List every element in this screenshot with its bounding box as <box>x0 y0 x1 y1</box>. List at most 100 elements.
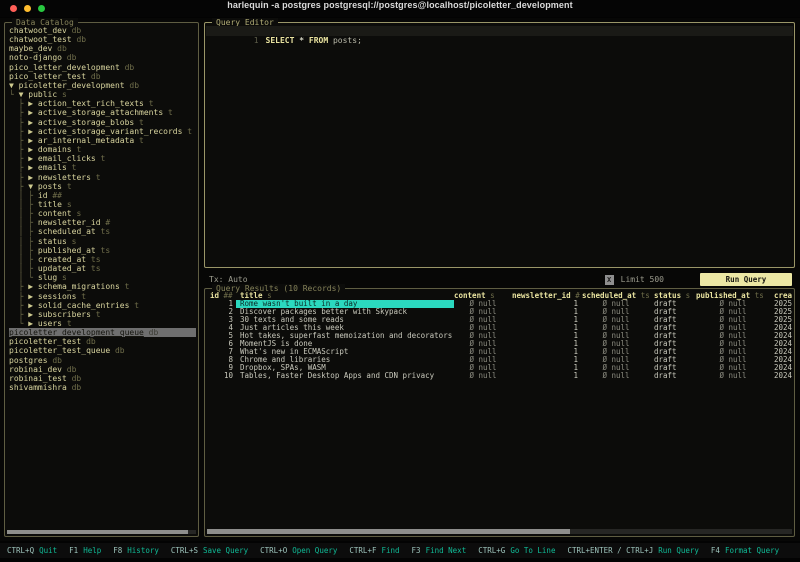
table-cell-id[interactable]: 5 <box>206 332 236 340</box>
table-cell-created[interactable]: 2024 <box>770 364 792 372</box>
catalog-tree-item[interactable]: │ ├ id ## <box>9 191 196 200</box>
table-cell-title[interactable]: 30 texts and some reads <box>236 316 454 324</box>
catalog-tree-item[interactable]: ├ ▶ subscribers t <box>9 310 196 319</box>
limit-label[interactable]: Limit 500 <box>621 275 664 284</box>
table-cell-newsletter_id[interactable]: 1 <box>512 324 582 332</box>
table-cell-newsletter_id[interactable]: 1 <box>512 364 582 372</box>
catalog-tree-item[interactable]: ├ ▶ newsletters t <box>9 173 196 182</box>
keybinding-open-query[interactable]: CTRL+OOpen Query <box>260 546 349 555</box>
keybinding-go-to-line[interactable]: CTRL+GGo To Line <box>478 546 567 555</box>
catalog-tree-item[interactable]: maybe_dev db <box>9 44 196 53</box>
table-cell-published_at[interactable]: Ø null <box>696 300 770 308</box>
table-cell-content[interactable]: Ø null <box>454 332 512 340</box>
catalog-tree-item[interactable]: ├ ▼ posts t <box>9 182 196 191</box>
table-cell-title[interactable]: Just articles this week <box>236 324 454 332</box>
catalog-tree-item[interactable]: ├ ▶ sessions t <box>9 292 196 301</box>
catalog-tree-item[interactable]: picoletter_development_queue db <box>9 328 196 337</box>
table-cell-title[interactable]: Hot takes, superfast memoization and dec… <box>236 332 454 340</box>
limit-checkbox[interactable]: X <box>605 275 614 285</box>
table-cell-created[interactable]: 2024 <box>770 332 792 340</box>
catalog-tree-item[interactable]: chatwoot_test db <box>9 35 196 44</box>
keybinding-history[interactable]: F8History <box>113 546 171 555</box>
keybinding-help[interactable]: F1Help <box>69 546 113 555</box>
table-cell-created[interactable]: 2025 <box>770 300 792 308</box>
table-cell-title[interactable]: What's new in ECMAScript <box>236 348 454 356</box>
table-cell-status[interactable]: draft <box>650 300 696 308</box>
table-cell-id[interactable]: 10 <box>206 372 236 380</box>
table-cell-newsletter_id[interactable]: 1 <box>512 308 582 316</box>
table-cell-scheduled_at[interactable]: Ø null <box>582 348 650 356</box>
keybinding-find[interactable]: CTRL+FFind <box>349 546 411 555</box>
table-cell-status[interactable]: draft <box>650 364 696 372</box>
zoom-button[interactable] <box>38 5 45 12</box>
catalog-tree-item[interactable]: noto-django db <box>9 53 196 62</box>
table-cell-title[interactable]: Dropbox, SPAs, WASM <box>236 364 454 372</box>
table-cell-newsletter_id[interactable]: 1 <box>512 316 582 324</box>
catalog-tree-item[interactable]: robinai_test db <box>9 374 196 383</box>
catalog-tree-item[interactable]: │ ├ status s <box>9 237 196 246</box>
table-cell-created[interactable]: 2024 <box>770 348 792 356</box>
table-cell-status[interactable]: draft <box>650 308 696 316</box>
keybinding-run-query[interactable]: CTRL+ENTER / CTRL+JRun Query <box>567 546 710 555</box>
table-cell-newsletter_id[interactable]: 1 <box>512 332 582 340</box>
catalog-tree[interactable]: chatwoot_dev dbchatwoot_test dbmaybe_dev… <box>9 26 196 528</box>
keybinding-quit[interactable]: CTRL+QQuit <box>7 546 69 555</box>
table-cell-title[interactable]: Tables, Faster Desktop Apps and CDN priv… <box>236 372 454 380</box>
table-cell-scheduled_at[interactable]: Ø null <box>582 364 650 372</box>
table-cell-content[interactable]: Ø null <box>454 356 512 364</box>
table-cell-id[interactable]: 3 <box>206 316 236 324</box>
column-header[interactable]: crea <box>770 292 792 300</box>
table-cell-created[interactable]: 2025 <box>770 308 792 316</box>
keybinding-format-query[interactable]: F4Format Query <box>711 546 791 555</box>
table-cell-status[interactable]: draft <box>650 348 696 356</box>
column-header[interactable]: status s <box>650 292 696 300</box>
catalog-tree-item[interactable]: │ ├ created_at ts <box>9 255 196 264</box>
table-cell-content[interactable]: Ø null <box>454 324 512 332</box>
table-cell-scheduled_at[interactable]: Ø null <box>582 340 650 348</box>
transaction-mode-toggle[interactable]: Tx: Auto <box>209 275 248 284</box>
table-cell-id[interactable]: 1 <box>206 300 236 308</box>
table-cell-id[interactable]: 8 <box>206 356 236 364</box>
results-scrollbar-thumb[interactable] <box>207 529 570 534</box>
column-header[interactable]: id ## <box>206 292 236 300</box>
table-cell-content[interactable]: Ø null <box>454 364 512 372</box>
table-cell-id[interactable]: 9 <box>206 364 236 372</box>
catalog-tree-item[interactable]: picoletter_test_queue db <box>9 346 196 355</box>
table-cell-status[interactable]: draft <box>650 372 696 380</box>
table-cell-id[interactable]: 6 <box>206 340 236 348</box>
catalog-scrollbar[interactable] <box>7 530 196 534</box>
table-cell-status[interactable]: draft <box>650 324 696 332</box>
table-cell-scheduled_at[interactable]: Ø null <box>582 300 650 308</box>
table-cell-status[interactable]: draft <box>650 332 696 340</box>
catalog-tree-item[interactable]: ├ ▶ email_clicks t <box>9 154 196 163</box>
column-header[interactable]: published_at ts <box>696 292 770 300</box>
catalog-tree-item[interactable]: chatwoot_dev db <box>9 26 196 35</box>
catalog-tree-item[interactable]: ├ ▶ solid_cache_entries t <box>9 301 196 310</box>
catalog-tree-item[interactable]: ├ ▶ domains t <box>9 145 196 154</box>
table-cell-newsletter_id[interactable]: 1 <box>512 300 582 308</box>
catalog-tree-item[interactable]: robinai_dev db <box>9 365 196 374</box>
table-cell-status[interactable]: draft <box>650 316 696 324</box>
table-cell-id[interactable]: 7 <box>206 348 236 356</box>
table-cell-scheduled_at[interactable]: Ø null <box>582 316 650 324</box>
table-cell-content[interactable]: Ø null <box>454 348 512 356</box>
table-cell-id[interactable]: 2 <box>206 308 236 316</box>
catalog-tree-item[interactable]: picoletter_test db <box>9 337 196 346</box>
column-header[interactable]: content s <box>454 292 512 300</box>
catalog-tree-item[interactable]: ▼ picoletter_development db <box>9 81 196 90</box>
table-cell-published_at[interactable]: Ø null <box>696 340 770 348</box>
keybinding-find-next[interactable]: F3Find Next <box>412 546 479 555</box>
table-cell-content[interactable]: Ø null <box>454 308 512 316</box>
results-table[interactable]: id ##title scontent snewsletter_id #sche… <box>206 292 793 527</box>
table-cell-title[interactable]: Discover packages better with Skypack <box>236 308 454 316</box>
table-cell-created[interactable]: 2024 <box>770 324 792 332</box>
results-scrollbar[interactable] <box>207 529 792 534</box>
catalog-tree-item[interactable]: │ ├ published_at ts <box>9 246 196 255</box>
table-cell-created[interactable]: 2025 <box>770 316 792 324</box>
table-cell-title[interactable]: Rome wasn't built in a day <box>236 300 454 308</box>
table-cell-status[interactable]: draft <box>650 340 696 348</box>
table-cell-scheduled_at[interactable]: Ø null <box>582 308 650 316</box>
table-cell-title[interactable]: MomentJS is done <box>236 340 454 348</box>
table-cell-newsletter_id[interactable]: 1 <box>512 372 582 380</box>
catalog-tree-item[interactable]: shivammishra db <box>9 383 196 392</box>
